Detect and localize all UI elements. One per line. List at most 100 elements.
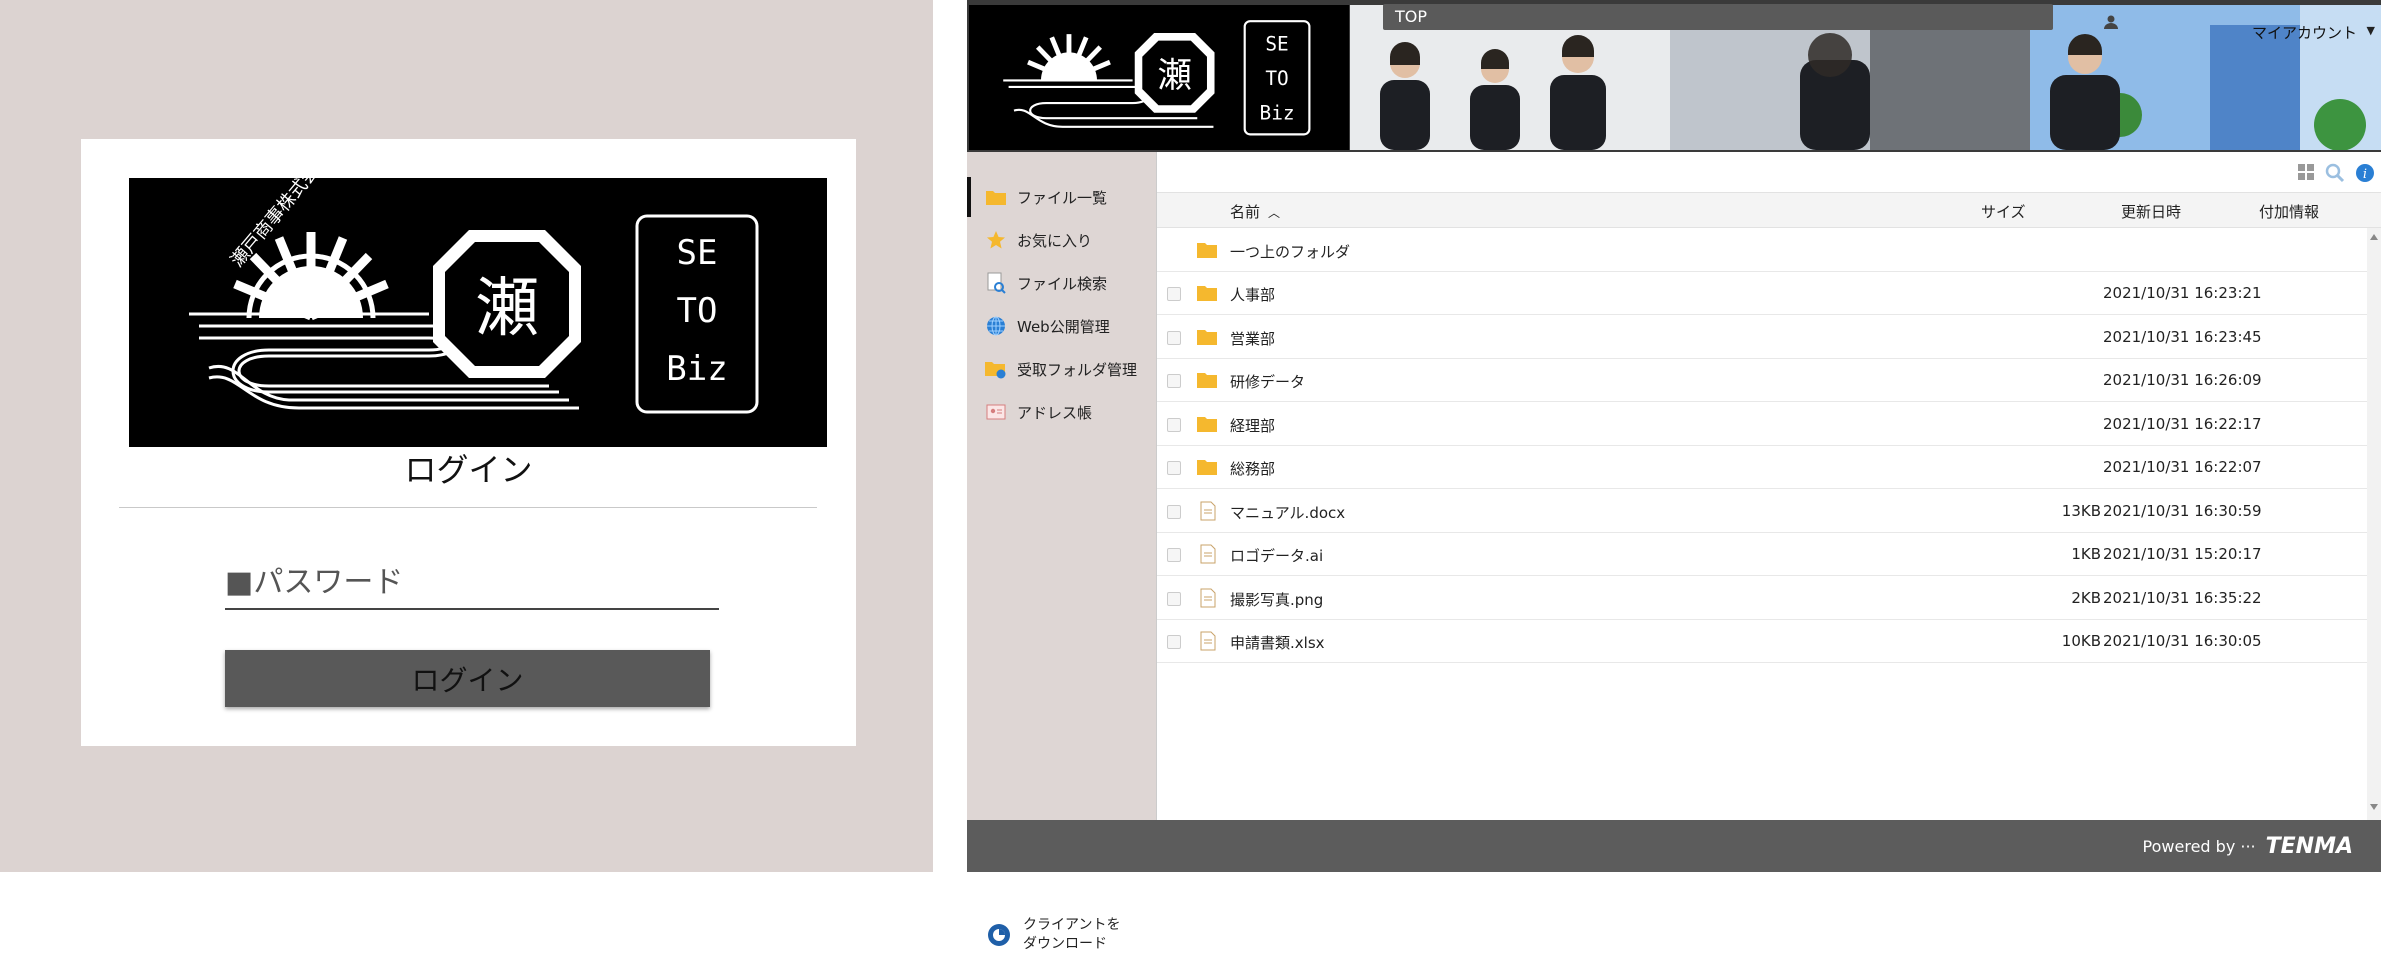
sidebar-item-label: ファイル検索 xyxy=(1017,274,1108,293)
row-checkbox[interactable] xyxy=(1167,461,1181,475)
column-info-header[interactable]: 付加情報 xyxy=(2259,201,2319,222)
client-download-line2: ダウンロード xyxy=(1023,935,1107,952)
sidebar-item-receive-folder[interactable]: 受取フォルダ管理 xyxy=(967,349,1156,389)
sidebar-item-label: ファイル一覧 xyxy=(1017,188,1108,207)
sidebar-item-file-search[interactable]: ファイル検索 xyxy=(967,263,1156,303)
table-header: 名前 ︿ サイズ 更新日時 付加情報 xyxy=(1157,192,2381,228)
row-checkbox[interactable] xyxy=(1167,417,1181,432)
table-row[interactable]: ロゴデータ.ai 1KB 2021/10/31 15:20:17 xyxy=(1157,533,2367,576)
folder-icon xyxy=(985,186,1007,208)
row-name: 総務部 xyxy=(1230,460,1276,478)
row-name: 撮影写真.png xyxy=(1230,590,1324,609)
login-button[interactable]: ログイン xyxy=(225,650,710,707)
sidebar-item-favorites[interactable]: お気に入り xyxy=(967,220,1156,260)
logo-line-biz-small: Biz xyxy=(1260,101,1295,124)
folder-icon xyxy=(1197,243,1217,258)
row-size: 2KB xyxy=(2071,588,2101,607)
row-checkbox[interactable] xyxy=(1167,287,1181,301)
logo-line-se-small: SE xyxy=(1265,32,1288,55)
client-download-label: クライアントを ダウンロード xyxy=(1023,916,1120,954)
row-checkbox[interactable] xyxy=(1167,330,1181,345)
tenma-logo: TENMA xyxy=(2265,834,2353,859)
logo-kanji: 瀬 xyxy=(475,272,539,346)
row-size: 13KB xyxy=(2061,501,2101,520)
globe-icon xyxy=(985,315,1007,337)
folder-icon xyxy=(1197,416,1217,432)
my-account-link[interactable]: マイアカウント xyxy=(2252,22,2357,43)
row-name: 人事部 xyxy=(1230,286,1276,304)
tab-top[interactable]: TOP xyxy=(1383,4,2053,30)
login-screen: 瀬戸商事株式会社 瀬 SE TO Biz ログイン ログイン xyxy=(0,0,933,872)
sidebar-item-label: アドレス帳 xyxy=(1017,403,1093,422)
row-modified: 2021/10/31 16:30:05 xyxy=(2103,632,2262,650)
row-modified: 2021/10/31 16:35:22 xyxy=(2103,588,2262,607)
column-size-header[interactable]: サイズ xyxy=(1981,201,2026,222)
table-row[interactable]: 経理部 2021/10/31 16:22:17 xyxy=(1157,403,2367,446)
login-card: 瀬戸商事株式会社 瀬 SE TO Biz ログイン ログイン xyxy=(81,139,856,746)
folder-icon xyxy=(1197,373,1217,388)
sidebar-item-label: 受取フォルダ管理 xyxy=(1017,360,1138,379)
row-checkbox[interactable] xyxy=(1167,635,1181,649)
row-modified: 2021/10/31 15:20:17 xyxy=(2103,545,2262,563)
row-checkbox[interactable] xyxy=(1167,548,1181,562)
sidebar-item-label: Web公開管理 xyxy=(1017,317,1110,336)
row-name: 経理部 xyxy=(1230,416,1276,435)
table-row[interactable]: 総務部 2021/10/31 16:22:07 xyxy=(1157,446,2367,489)
sidebar-item-file-list[interactable]: ファイル一覧 xyxy=(967,177,1156,217)
table-row[interactable]: 撮影写真.png 2KB 2021/10/31 16:35:22 xyxy=(1157,577,2367,620)
sidebar-item-web-publish[interactable]: Web公開管理 xyxy=(967,306,1156,346)
table-row[interactable]: 営業部 2021/10/31 16:23:45 xyxy=(1157,316,2367,359)
row-modified: 2021/10/31 16:22:07 xyxy=(2103,458,2262,476)
sidebar: ファイル一覧 お気に入り ファイル検索 Web公開管理 受取フォルダ管理 アドレ… xyxy=(967,152,1156,972)
column-modified-header[interactable]: 更新日時 xyxy=(2121,201,2181,222)
seto-biz-logo: 瀬戸商事株式会社 瀬 SE TO Biz xyxy=(129,178,827,447)
row-modified: 2021/10/31 16:30:59 xyxy=(2103,501,2262,520)
table-row[interactable]: マニュアル.docx 13KB 2021/10/31 16:30:59 xyxy=(1157,490,2367,533)
column-name-label: 名前 xyxy=(1230,203,1261,221)
file-list-panel: i 名前 ︿ サイズ 更新日時 付加情報 一つ上のフォルダ 人事部 2021/10/… xyxy=(1156,152,2381,820)
password-input[interactable] xyxy=(225,556,719,610)
folder-icon xyxy=(1197,329,1217,345)
row-name: ロゴデータ.ai xyxy=(1230,547,1324,565)
row-name: マニュアル.docx xyxy=(1230,503,1346,522)
folder-icon xyxy=(1197,286,1217,301)
scrollbar[interactable] xyxy=(2367,228,2381,820)
login-title: ログイン xyxy=(404,451,533,489)
row-size: 10KB xyxy=(2061,632,2101,650)
scroll-up-icon[interactable] xyxy=(2370,234,2378,240)
divider xyxy=(119,507,817,508)
folder-icon xyxy=(1197,460,1217,475)
table-row[interactable]: 申請書類.xlsx 10KB 2021/10/31 16:30:05 xyxy=(1157,620,2367,663)
parent-folder-row[interactable]: 一つ上のフォルダ xyxy=(1157,229,2367,272)
search-icon[interactable] xyxy=(2325,163,2345,183)
seto-biz-logo-small[interactable]: 瀬 SE TO Biz xyxy=(969,5,1349,150)
view-toolbar: i xyxy=(2297,163,2375,183)
row-checkbox[interactable] xyxy=(1167,374,1181,388)
grid-view-icon[interactable] xyxy=(2297,163,2315,181)
sidebar-item-address-book[interactable]: アドレス帳 xyxy=(967,392,1156,432)
powered-by: Powered by ··· TENMA xyxy=(2143,834,2353,859)
row-name: 申請書類.xlsx xyxy=(1230,634,1325,652)
row-modified: 2021/10/31 16:22:17 xyxy=(2103,414,2262,433)
row-modified: 2021/10/31 16:23:21 xyxy=(2103,284,2262,302)
user-icon xyxy=(2104,15,2118,29)
file-icon xyxy=(1200,588,1216,607)
table-row[interactable]: 研修データ 2021/10/31 16:26:09 xyxy=(1157,359,2367,402)
row-checkbox[interactable] xyxy=(1167,591,1181,606)
file-icon xyxy=(1200,501,1216,520)
client-download-line1: クライアントを xyxy=(1023,916,1121,933)
column-name-header[interactable]: 名前 ︿ xyxy=(1230,201,1280,222)
sidebar-item-label: お気に入り xyxy=(1017,231,1093,250)
row-name: 研修データ xyxy=(1230,373,1306,391)
sort-asc-icon[interactable]: ︿ xyxy=(1268,206,1280,220)
scroll-down-icon[interactable] xyxy=(2370,804,2378,810)
chevron-down-icon[interactable]: ▼ xyxy=(2367,24,2375,37)
table-row[interactable]: 人事部 2021/10/31 16:23:21 xyxy=(1157,272,2367,315)
info-icon[interactable]: i xyxy=(2355,163,2375,183)
row-modified: 2021/10/31 16:23:45 xyxy=(2103,327,2262,346)
client-download-link[interactable]: クライアントを ダウンロード xyxy=(967,897,1156,972)
receive-folder-icon xyxy=(985,358,1007,380)
row-checkbox[interactable] xyxy=(1167,504,1181,519)
powered-by-label: Powered by ··· xyxy=(2142,837,2256,856)
row-size: 1KB xyxy=(2071,545,2101,563)
